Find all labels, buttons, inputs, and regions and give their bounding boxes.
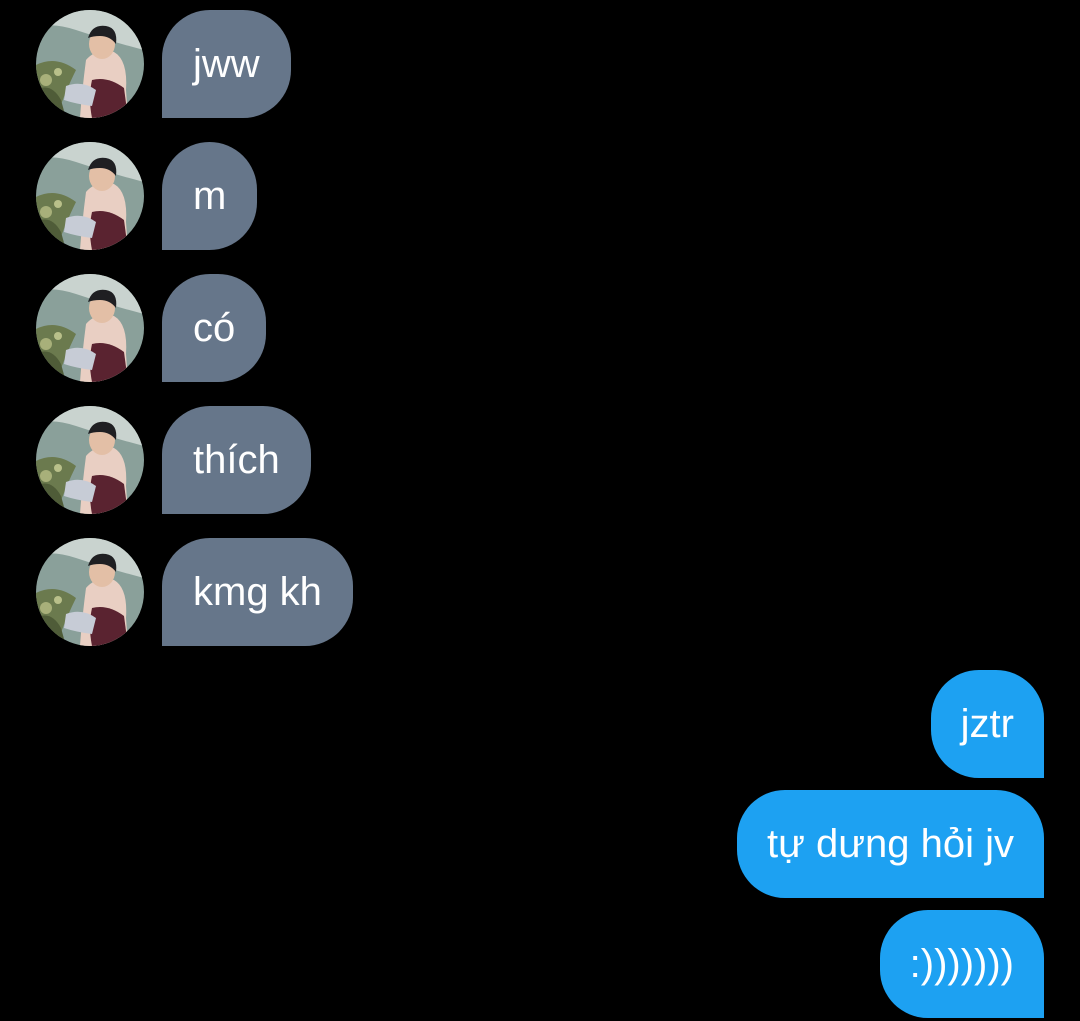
avatar-photo-icon (36, 406, 144, 514)
contact-avatar[interactable] (36, 142, 144, 250)
avatar-photo-icon (36, 10, 144, 118)
outgoing-message-bubble[interactable]: :))))))) (879, 910, 1044, 1018)
contact-avatar[interactable] (36, 274, 144, 382)
avatar-photo-icon (36, 538, 144, 646)
message-text: thích (193, 437, 280, 482)
avatar-photo-icon (36, 142, 144, 250)
avatar-photo-icon (36, 274, 144, 382)
message-text: tự dưng hỏi jv (766, 821, 1014, 866)
incoming-message-bubble[interactable]: jww (162, 10, 291, 118)
message-text: kmg kh (193, 569, 322, 614)
incoming-message-bubble[interactable]: kmg kh (162, 538, 353, 646)
contact-avatar[interactable] (36, 406, 144, 514)
message-text: m (193, 173, 227, 218)
outgoing-message-bubble[interactable]: tự dưng hỏi jv (736, 790, 1044, 898)
incoming-message-bubble[interactable]: thích (162, 406, 311, 514)
message-text: có (193, 305, 236, 350)
incoming-message-bubble[interactable]: m (162, 142, 258, 250)
contact-avatar[interactable] (36, 10, 144, 118)
contact-avatar[interactable] (36, 538, 144, 646)
message-text: :))))))) (909, 941, 1014, 986)
outgoing-message-bubble[interactable]: jztr (930, 670, 1044, 778)
message-text: jztr (960, 701, 1014, 746)
message-text: jww (193, 41, 260, 86)
incoming-message-bubble[interactable]: có (162, 274, 267, 382)
